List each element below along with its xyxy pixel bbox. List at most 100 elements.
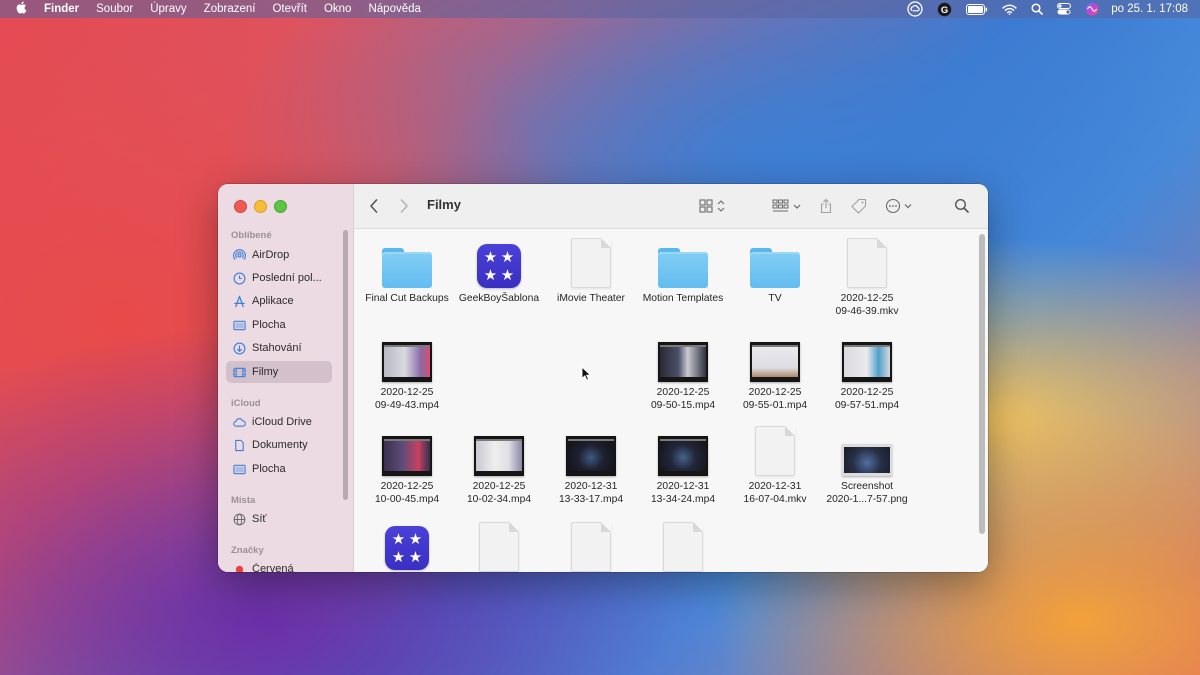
grammarly-icon[interactable]: G	[937, 2, 952, 17]
siri-icon[interactable]	[1085, 2, 1099, 16]
sidebar-item-desktop[interactable]: Plocha	[226, 314, 332, 336]
sidebar-scrollbar[interactable]	[343, 230, 348, 500]
sidebar-item-label: Plocha	[252, 463, 286, 475]
sidebar-item-airdrop[interactable]: AirDrop	[226, 244, 332, 266]
view-mode-button[interactable]	[699, 196, 729, 216]
menu-okno[interactable]: Okno	[324, 3, 352, 15]
chevron-left-icon	[370, 199, 378, 213]
menu-otevrit[interactable]: Otevřít	[272, 3, 307, 15]
file-name: 2020-12-31 16-07-04.mkv	[743, 481, 807, 505]
menu-soubor[interactable]: Soubor	[96, 3, 133, 15]
menu-upravy[interactable]: Úpravy	[150, 3, 186, 15]
close-button[interactable]	[234, 200, 247, 213]
app-icon: ★ ★ ★ ★	[477, 244, 521, 288]
file-name: 2020-12-25 10-02-34.mp4	[466, 481, 532, 505]
wifi-icon[interactable]	[1002, 4, 1017, 15]
forward-button[interactable]	[398, 196, 410, 216]
document-icon	[571, 522, 611, 572]
window-title: Filmy	[427, 197, 461, 212]
file-item[interactable]: ★ ★ ★ ★ GeekBoyŠablona	[453, 238, 545, 305]
document-icon	[755, 426, 795, 476]
menubar-clock[interactable]: po 25. 1. 17:08	[1111, 3, 1188, 15]
file-item[interactable]	[545, 522, 637, 572]
cloud-icon	[232, 415, 246, 429]
toolbar: Filmy	[354, 184, 988, 229]
battery-icon[interactable]	[966, 3, 988, 15]
file-name: Motion Templates	[642, 293, 724, 304]
tag-button[interactable]	[850, 196, 868, 216]
sidebar-section-icloud: iCloud	[231, 398, 261, 409]
back-button[interactable]	[368, 196, 380, 216]
creative-cloud-icon[interactable]	[907, 1, 923, 17]
file-item[interactable]: 2020-12-25 09-55-01.mp4	[729, 332, 821, 412]
sidebar-item-label: Aplikace	[252, 295, 294, 307]
file-item[interactable]: Screenshot 2020-1...7-57.png	[821, 426, 913, 506]
sidebar-item-label: Poslední pol...	[252, 272, 322, 284]
sidebar-item-tag-red[interactable]: Červená	[226, 558, 332, 572]
file-name: 2020-12-31 13-34-24.mp4	[650, 481, 716, 505]
group-button[interactable]	[772, 196, 804, 216]
file-item[interactable]: ★ ★ ★ ★	[361, 520, 453, 570]
sidebar-item-documents[interactable]: Dokumenty	[226, 434, 332, 456]
file-grid: Final Cut Backups ★ ★ ★ ★ GeekBoyŠablona iM…	[354, 229, 988, 572]
sidebar-item-network[interactable]: Síť	[226, 508, 332, 530]
zoom-button[interactable]	[274, 200, 287, 213]
file-item[interactable]: 2020-12-31 13-33-17.mp4	[545, 426, 637, 506]
file-item[interactable]: 2020-12-25 10-02-34.mp4	[453, 426, 545, 506]
share-button[interactable]	[819, 196, 833, 216]
video-thumbnail	[750, 342, 800, 382]
document-icon	[571, 238, 611, 288]
file-name: 2020-12-25 09-49-43.mp4	[374, 387, 440, 411]
sidebar-item-applications[interactable]: Aplikace	[226, 290, 332, 312]
file-item[interactable]: 2020-12-25 10-00-45.mp4	[361, 426, 453, 506]
sidebar-item-icloud-drive[interactable]: iCloud Drive	[226, 411, 332, 433]
sidebar-section-favorites: Oblíbené	[231, 230, 272, 241]
file-item[interactable]: 2020-12-31 16-07-04.mkv	[729, 426, 821, 506]
menu-zobrazeni[interactable]: Zobrazení	[204, 3, 256, 15]
file-item[interactable]: 2020-12-25 09-46-39.mkv	[821, 238, 913, 318]
more-icon	[885, 198, 912, 214]
file-item[interactable]: iMovie Theater	[545, 238, 637, 305]
sidebar-item-label: iCloud Drive	[252, 416, 312, 428]
file-item[interactable]: Motion Templates	[637, 238, 729, 305]
file-item[interactable]: 2020-12-25 09-49-43.mp4	[361, 332, 453, 412]
file-item[interactable]: Final Cut Backups	[361, 238, 453, 305]
menu-finder[interactable]: Finder	[44, 3, 79, 15]
document-icon	[847, 238, 887, 288]
tag-icon	[851, 198, 867, 214]
file-item[interactable]: 2020-12-31 13-34-24.mp4	[637, 426, 729, 506]
minimize-button[interactable]	[254, 200, 267, 213]
file-item[interactable]	[453, 522, 545, 572]
search-icon[interactable]	[1031, 3, 1044, 15]
applications-icon	[232, 294, 246, 308]
file-name: iMovie Theater	[557, 293, 625, 304]
file-item[interactable]: TV	[729, 238, 821, 305]
file-item[interactable]: 2020-12-25 09-57-51.mp4	[821, 332, 913, 412]
file-name: 2020-12-31 13-33-17.mp4	[558, 481, 624, 505]
document-icon	[232, 438, 246, 452]
file-name: GeekBoyŠablona	[458, 293, 540, 304]
sidebar-section-places: Místa	[231, 495, 256, 506]
search-button[interactable]	[954, 196, 970, 216]
file-item[interactable]	[637, 522, 729, 572]
sidebar-item-movies[interactable]: Filmy	[226, 361, 332, 383]
video-thumbnail	[382, 436, 432, 476]
svg-text:G: G	[941, 4, 948, 14]
file-name: 2020-12-25 09-46-39.mkv	[835, 293, 899, 317]
mouse-cursor-icon	[581, 365, 592, 386]
content-scrollbar[interactable]	[979, 234, 985, 534]
sidebar-item-icloud-desktop[interactable]: Plocha	[226, 458, 332, 480]
apple-icon[interactable]	[14, 1, 28, 17]
search-icon	[954, 198, 969, 213]
desktop-icon	[232, 318, 246, 332]
control-center-icon[interactable]	[1057, 3, 1072, 15]
file-item[interactable]: 2020-12-25 09-50-15.mp4	[637, 332, 729, 412]
action-button[interactable]	[885, 196, 915, 216]
document-icon	[663, 522, 703, 572]
downloads-icon	[232, 341, 246, 355]
sidebar-item-downloads[interactable]: Stahování	[226, 337, 332, 359]
menu-napoveda[interactable]: Nápověda	[368, 3, 420, 15]
file-name: 2020-12-25 09-55-01.mp4	[742, 387, 808, 411]
sidebar-item-recents[interactable]: Poslední pol...	[226, 267, 332, 289]
app-icon: ★ ★ ★ ★	[385, 526, 429, 570]
